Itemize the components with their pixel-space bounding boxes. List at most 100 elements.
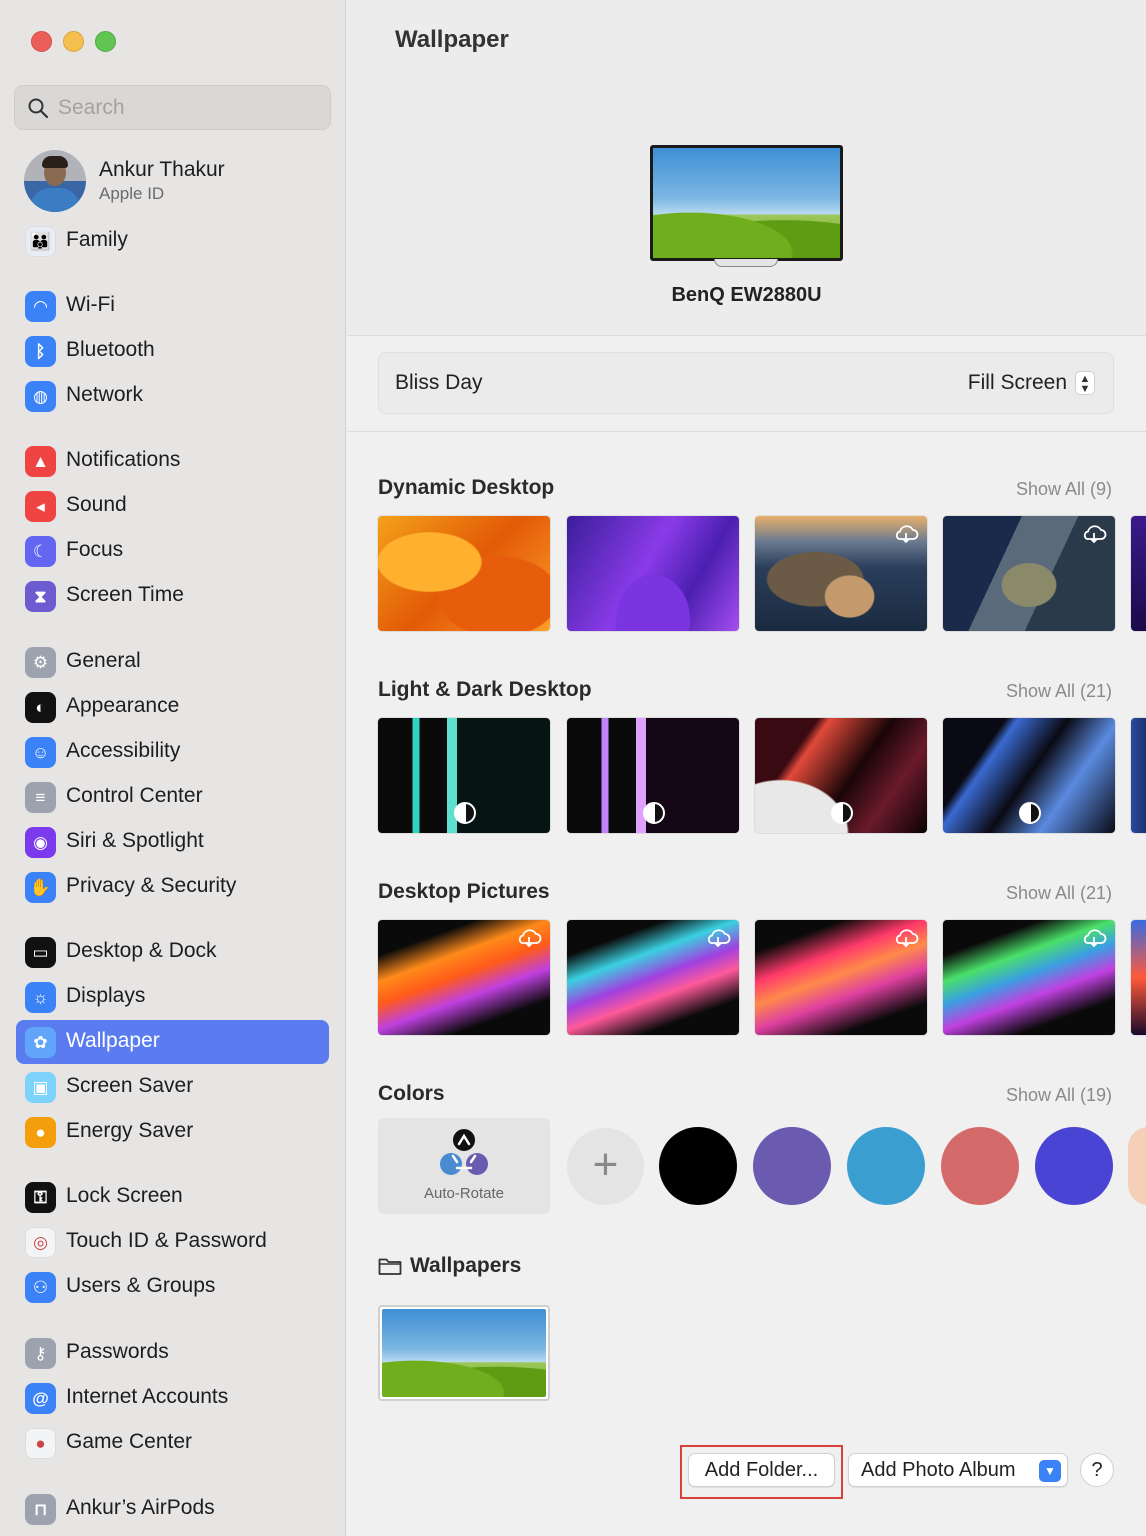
- wallpaper-thumb-partial[interactable]: [1131, 920, 1146, 1035]
- add-photo-album-button[interactable]: Add Photo Album ▼: [848, 1453, 1068, 1487]
- sidebar-item-label: Users & Groups: [66, 1274, 216, 1297]
- section-title-lightdark: Light & Dark Desktop: [378, 678, 592, 701]
- auto-rotate-button[interactable]: Auto-Rotate: [378, 1118, 550, 1214]
- wallpaper-thumb-macbook-blue[interactable]: [943, 718, 1115, 833]
- wallpaper-thumb-macbookpro-cyan[interactable]: [567, 920, 739, 1035]
- auto-rotate-icon: [440, 1129, 488, 1175]
- wallpaper-thumb-partial[interactable]: [1131, 516, 1146, 631]
- close-window-button[interactable]: [31, 31, 52, 52]
- sidebar-item-desktop-dock[interactable]: ▭ Desktop & Dock: [16, 930, 329, 974]
- sidebar-item-ankur-s-airpods[interactable]: ⊓ Ankur’s AirPods: [16, 1487, 329, 1531]
- auto-rotate-label: Auto-Rotate: [423, 1185, 505, 1202]
- maximize-window-button[interactable]: [95, 31, 116, 52]
- wallpaper-thumb-catalina-day[interactable]: [755, 516, 927, 631]
- gamecenter-icon: ●: [25, 1428, 56, 1459]
- color-swatch[interactable]: [941, 1127, 1019, 1205]
- sidebar-item-label: Accessibility: [66, 739, 181, 762]
- sidebar-item-game-center[interactable]: ● Game Center: [16, 1421, 329, 1465]
- sidebar-item-displays[interactable]: ☼ Displays: [16, 975, 329, 1019]
- wallpaper-thumb-ventura-orange[interactable]: [378, 516, 550, 631]
- sun-icon: ☼: [25, 982, 56, 1013]
- show-all-lightdark[interactable]: Show All (21): [1006, 681, 1112, 702]
- sidebar-item-siri-spotlight[interactable]: ◉ Siri & Spotlight: [16, 820, 329, 864]
- avatar: [24, 150, 86, 212]
- add-color-button[interactable]: +: [567, 1128, 644, 1205]
- sidebar-item-label: Bluetooth: [66, 338, 155, 361]
- sidebar-item-label: Privacy & Security: [66, 874, 237, 897]
- color-swatch[interactable]: [753, 1127, 831, 1205]
- search-field[interactable]: Search: [14, 85, 331, 130]
- sidebar-item-users-groups[interactable]: ⚇ Users & Groups: [16, 1265, 329, 1309]
- sidebar-item-internet-accounts[interactable]: @ Internet Accounts: [16, 1376, 329, 1420]
- sidebar-item-lock-screen[interactable]: ⚿ Lock Screen: [16, 1175, 329, 1219]
- show-all-dynamic[interactable]: Show All (9): [1016, 479, 1112, 500]
- wallpaper-thumb-macbookpro-orange[interactable]: [378, 920, 550, 1035]
- cloud-download-icon: [518, 929, 542, 948]
- show-all-pictures[interactable]: Show All (21): [1006, 883, 1112, 904]
- sidebar-item-focus[interactable]: ☾ Focus: [16, 529, 329, 573]
- sidebar-item-general[interactable]: ⚙ General: [16, 640, 329, 684]
- sidebar-item-touch-id-password[interactable]: ◎ Touch ID & Password: [16, 1220, 329, 1264]
- sidebar-item-passwords[interactable]: ⚷ Passwords: [16, 1331, 329, 1375]
- color-swatch[interactable]: [1035, 1127, 1113, 1205]
- sidebar-item-label: Screen Saver: [66, 1074, 194, 1097]
- show-all-colors[interactable]: Show All (19): [1006, 1085, 1112, 1106]
- wallpaper-thumb-bliss[interactable]: [378, 1305, 550, 1401]
- apple-id-profile[interactable]: Ankur Thakur Apple ID: [24, 150, 324, 212]
- cloud-download-icon: [895, 929, 919, 948]
- sidebar-item-screen-saver[interactable]: ▣ Screen Saver: [16, 1065, 329, 1109]
- wallpaper-thumb-partial[interactable]: [1131, 718, 1146, 833]
- sidebar-item-sound[interactable]: ◂ Sound: [16, 484, 329, 528]
- sidebar-item-label: Touch ID & Password: [66, 1229, 267, 1252]
- sidebar-item-family[interactable]: 👪 Family: [16, 219, 329, 263]
- section-title-dynamic: Dynamic Desktop: [378, 476, 555, 499]
- wallpaper-thumb-macbookpro-pink[interactable]: [755, 920, 927, 1035]
- fill-mode-select[interactable]: Fill Screen ▲ ▼: [968, 371, 1095, 395]
- sidebar-item-label: Appearance: [66, 694, 180, 717]
- sidebar-item-accessibility[interactable]: ☺ Accessibility: [16, 730, 329, 774]
- monitor-name: BenQ EW2880U: [671, 284, 822, 306]
- bluetooth-icon: ᛒ: [25, 336, 56, 367]
- sidebar-item-control-center[interactable]: ≡ Control Center: [16, 775, 329, 819]
- speaker-icon: ◂: [25, 491, 56, 522]
- sidebar-item-label: Focus: [66, 538, 124, 561]
- sidebar-item-notifications[interactable]: ▲ Notifications: [16, 439, 329, 483]
- sidebar-item-label: Screen Time: [66, 583, 184, 606]
- sidebar-item-energy-saver[interactable]: ● Energy Saver: [16, 1110, 329, 1154]
- sidebar-item-label: Internet Accounts: [66, 1385, 229, 1408]
- sidebar-item-network[interactable]: ◍ Network: [16, 374, 329, 418]
- sidebar-item-label: Ankur’s AirPods: [66, 1496, 215, 1519]
- folder-icon: [378, 1258, 402, 1275]
- wallpaper-thumb-macbookpro-green[interactable]: [943, 920, 1115, 1035]
- help-button[interactable]: ?: [1080, 1453, 1114, 1487]
- sidebar-item-appearance[interactable]: ◐ Appearance: [16, 685, 329, 729]
- sidebar-item-label: Sound: [66, 493, 127, 516]
- at-icon: @: [25, 1383, 56, 1414]
- sidebar-item-screen-time[interactable]: ⧗ Screen Time: [16, 574, 329, 618]
- color-swatch[interactable]: [659, 1127, 737, 1205]
- wallpaper-thumb-imac-purple[interactable]: [567, 718, 739, 833]
- cloud-download-icon: [1083, 525, 1107, 544]
- folder-section-title: Wallpapers: [378, 1254, 521, 1278]
- sidebar-item-label: Family: [66, 228, 128, 251]
- users-icon: ⚇: [25, 1272, 56, 1303]
- wallpaper-thumb-monterey-purple[interactable]: [567, 516, 739, 631]
- wallpaper-thumb-macbook-red[interactable]: [755, 718, 927, 833]
- add-folder-button[interactable]: Add Folder...: [688, 1453, 835, 1487]
- light-dark-icon: [1019, 802, 1041, 824]
- sidebar-item-wallpaper[interactable]: ✿ Wallpaper: [16, 1020, 329, 1064]
- wallpaper-thumb-catalina-shift[interactable]: [943, 516, 1115, 631]
- sidebar-item-wi-fi[interactable]: ◠ Wi-Fi: [16, 284, 329, 328]
- color-swatch[interactable]: [847, 1127, 925, 1205]
- search-placeholder: Search: [58, 96, 125, 119]
- color-swatch-partial[interactable]: [1128, 1127, 1146, 1205]
- screensaver-icon: ▣: [25, 1072, 56, 1103]
- sidebar-item-privacy-security[interactable]: ✋ Privacy & Security: [16, 865, 329, 909]
- sidebar-item-label: Notifications: [66, 448, 181, 471]
- wallpaper-thumb-imac-teal[interactable]: [378, 718, 550, 833]
- main-pane: BenQ EW2880U Wallpaper Bliss Day Fill Sc…: [347, 0, 1146, 1536]
- sidebar-item-bluetooth[interactable]: ᛒ Bluetooth: [16, 329, 329, 373]
- current-wallpaper-name: Bliss Day: [395, 371, 483, 394]
- accessibility-icon: ☺: [25, 737, 56, 768]
- minimize-window-button[interactable]: [63, 31, 84, 52]
